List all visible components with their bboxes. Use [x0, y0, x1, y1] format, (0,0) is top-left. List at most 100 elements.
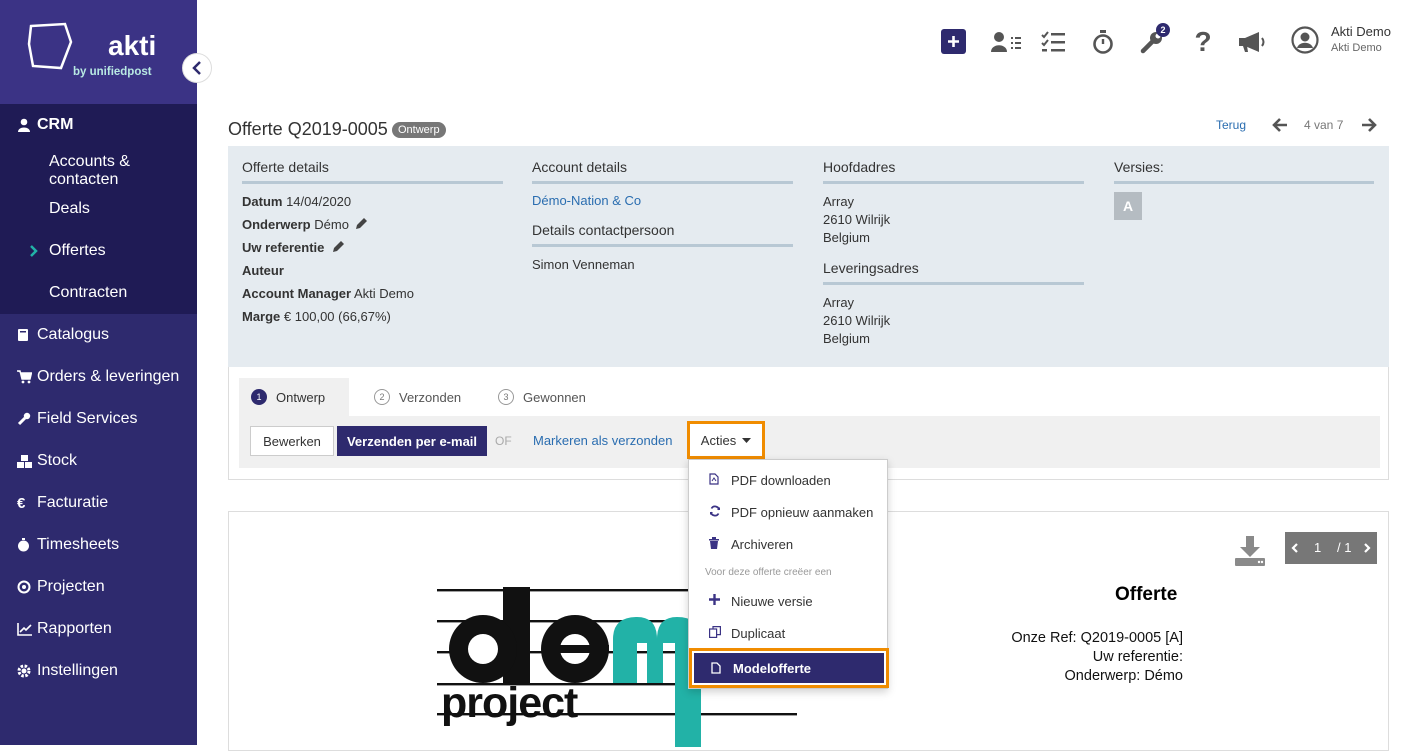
address-line: 2610 Wilrijk	[823, 212, 891, 227]
user-name: Akti Demo	[1331, 24, 1391, 39]
tab-gewonnen[interactable]: 3 Gewonnen	[487, 378, 597, 416]
menu-archive[interactable]: Archiveren	[689, 529, 887, 559]
doc-title: Offerte	[1115, 584, 1178, 605]
send-email-button[interactable]: Verzenden per e-mail	[337, 426, 487, 456]
sidebar-item-instellingen[interactable]: Instellingen	[0, 650, 197, 692]
tasks-icon[interactable]	[1040, 29, 1066, 55]
step-label: Gewonnen	[523, 389, 586, 405]
or-label: OF	[495, 434, 512, 448]
pencil-icon[interactable]	[355, 217, 368, 230]
sidebar-item-catalogus[interactable]: Catalogus	[0, 314, 197, 356]
sidebar-item-rapporten[interactable]: Rapporten	[0, 608, 197, 650]
details-panel: Offerte details Datum 14/04/2020 Onderwe…	[228, 146, 1389, 367]
acties-dropdown-button[interactable]: Acties	[687, 421, 765, 459]
stopwatch-icon[interactable]	[1090, 29, 1116, 55]
logo-icon	[27, 22, 73, 70]
brand-sub: by unifiedpost	[73, 66, 152, 78]
offer-details: Offerte details Datum 14/04/2020 Onderwe…	[242, 159, 503, 328]
detail-auteur: Auteur	[242, 263, 284, 278]
logo-word: project	[441, 679, 578, 727]
pager-text: 4 van 7	[1304, 118, 1344, 132]
back-link[interactable]: Terug	[1216, 118, 1246, 132]
tab-ontwerp[interactable]: 1 Ontwerp	[239, 378, 349, 416]
menu-pdf-regenerate[interactable]: PDF opnieuw aanmaken	[689, 497, 887, 527]
doc-subject: Onderwerp: Démo	[1064, 668, 1183, 684]
account-link[interactable]: Démo-Nation & Co	[532, 193, 793, 208]
sidebar-item-projecten[interactable]: Projecten	[0, 566, 197, 608]
sidebar-item-facturatie[interactable]: € Facturatie	[0, 482, 197, 524]
account-details: Account details Démo-Nation & Co Details…	[532, 159, 793, 272]
address-heading: Hoofdadres	[823, 159, 1084, 184]
download-icon[interactable]	[1235, 536, 1265, 566]
sidebar-item-deals[interactable]: Deals	[0, 188, 197, 230]
step-number: 3	[498, 389, 514, 405]
plus-icon	[948, 36, 959, 47]
target-icon	[17, 580, 37, 594]
copy-icon	[709, 625, 731, 641]
file-pdf-icon	[709, 472, 731, 488]
tab-verzonden[interactable]: 2 Verzonden	[363, 378, 473, 416]
version-chip[interactable]: A	[1114, 192, 1142, 220]
chevron-right-icon[interactable]	[1363, 543, 1371, 553]
megaphone-icon[interactable]	[1237, 29, 1267, 55]
page-pager: 1 / 1	[1285, 532, 1377, 564]
sidebar-item-accounts[interactable]: Accounts & contacten	[0, 146, 197, 188]
sidebar-item-stock[interactable]: Stock	[0, 440, 197, 482]
versions-heading: Versies:	[1114, 159, 1374, 184]
edit-button[interactable]: Bewerken	[250, 426, 334, 456]
account-details-heading: Account details	[532, 159, 793, 184]
acties-label: Acties	[700, 432, 737, 448]
collapse-sidebar-button[interactable]	[182, 53, 212, 83]
help-icon[interactable]: ?	[1190, 26, 1216, 57]
address-details: Hoofdadres Array 2610 Wilrijk Belgium Le…	[823, 159, 1084, 348]
boxes-icon	[17, 454, 37, 468]
sidebar-item-offertes[interactable]: Offertes	[0, 230, 197, 272]
step-number: 2	[374, 389, 390, 405]
contact-heading: Details contactpersoon	[532, 222, 793, 247]
sidebar-item-orders[interactable]: Orders & leveringen	[0, 356, 197, 398]
logo[interactable]: akti by unifiedpost	[0, 0, 197, 104]
sidebar: akti by unifiedpost CRM Accounts & conta…	[0, 0, 212, 745]
address-line: Array	[823, 194, 855, 209]
nav-crm-label: CRM	[37, 116, 74, 133]
caret-down-icon	[742, 437, 752, 443]
book-icon	[17, 328, 37, 342]
euro-icon: €	[17, 494, 26, 512]
chevron-left-icon[interactable]	[1291, 543, 1299, 553]
menu-model-offer[interactable]: Modelofferte	[689, 648, 889, 688]
brand-name: akti	[108, 30, 157, 61]
delivery-line: Array	[823, 295, 855, 310]
contact-name: Simon Venneman	[532, 257, 635, 272]
add-button[interactable]	[941, 29, 966, 54]
chart-icon	[17, 622, 37, 636]
delivery-line: 2610 Wilrijk	[823, 313, 891, 328]
arrow-right-icon[interactable]	[1361, 117, 1377, 133]
contacts-icon[interactable]	[990, 29, 1022, 55]
nav-crm[interactable]: CRM	[0, 104, 197, 146]
detail-datum: Datum 14/04/2020	[242, 194, 352, 209]
step-number: 1	[251, 389, 267, 405]
address-line: Belgium	[823, 230, 870, 245]
page-total: / 1	[1337, 540, 1352, 555]
menu-duplicate[interactable]: Duplicaat	[689, 618, 887, 648]
plus-icon	[709, 594, 731, 608]
wrench-icon[interactable]: 2	[1139, 23, 1170, 55]
sidebar-item-contracten[interactable]: Contracten	[0, 272, 197, 314]
doc-ref: Onze Ref: Q2019-0005 [A]	[1011, 630, 1183, 646]
crm-section: CRM Accounts & contacten Deals Offertes …	[0, 104, 197, 314]
user-menu[interactable]: Akti Demo Akti Demo	[1291, 24, 1402, 64]
arrow-left-icon[interactable]	[1272, 117, 1288, 133]
pencil-icon[interactable]	[332, 240, 345, 253]
step-label: Ontwerp	[276, 389, 326, 405]
refresh-icon	[709, 505, 731, 520]
menu-pdf-download[interactable]: PDF downloaden	[689, 465, 887, 495]
stopwatch-icon	[17, 538, 37, 552]
mark-sent-link[interactable]: Markeren als verzonden	[533, 433, 672, 448]
detail-marge: Marge € 100,00 (66,67%)	[242, 309, 391, 324]
sidebar-item-field-services[interactable]: Field Services	[0, 398, 197, 440]
menu-new-version[interactable]: Nieuwe versie	[689, 586, 887, 616]
file-icon	[711, 662, 733, 674]
cart-icon	[17, 370, 37, 384]
trash-icon	[709, 536, 731, 552]
sidebar-item-timesheets[interactable]: Timesheets	[0, 524, 197, 566]
